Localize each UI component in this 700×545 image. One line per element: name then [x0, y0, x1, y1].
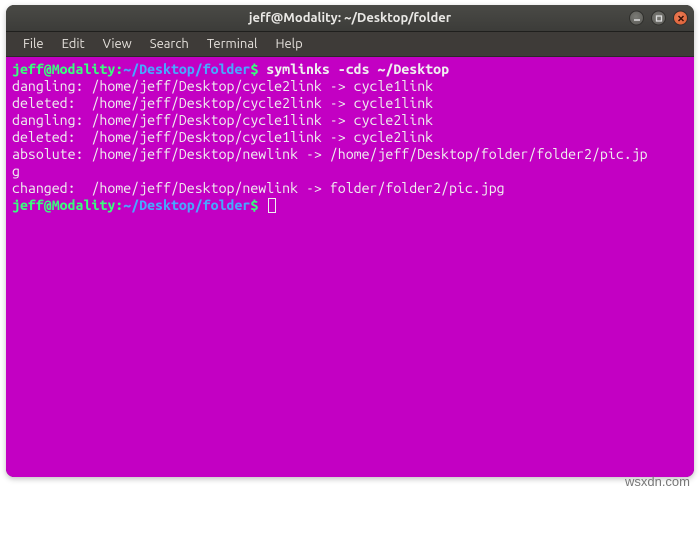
menu-search[interactable]: Search — [141, 34, 198, 54]
maximize-button[interactable] — [651, 11, 666, 26]
minimize-button[interactable] — [629, 11, 644, 26]
output-line: g — [12, 163, 20, 179]
menubar: File Edit View Search Terminal Help — [6, 32, 694, 57]
output-line: dangling: /home/jeff/Desktop/cycle2link … — [12, 78, 433, 94]
prompt-symbol: $ — [250, 197, 258, 213]
output-line: absolute: /home/jeff/Desktop/newlink -> … — [12, 146, 648, 162]
prompt-path: ~/Desktop/folder — [123, 197, 250, 213]
output-line: dangling: /home/jeff/Desktop/cycle1link … — [12, 112, 433, 128]
output-line: deleted: /home/jeff/Desktop/cycle2link -… — [12, 95, 433, 111]
prompt-user: jeff@Modality — [12, 197, 115, 213]
terminal-area[interactable]: jeff@Modality:~/Desktop/folder$ symlinks… — [6, 57, 694, 477]
close-icon — [677, 14, 685, 22]
menu-help[interactable]: Help — [266, 34, 311, 54]
menu-edit[interactable]: Edit — [53, 34, 94, 54]
menu-terminal[interactable]: Terminal — [198, 34, 267, 54]
watermark: wsxdn.com — [625, 474, 690, 489]
window-controls — [629, 11, 688, 26]
terminal-window: jeff@Modality: ~/Desktop/folder File Edi… — [6, 5, 694, 477]
close-button[interactable] — [673, 11, 688, 26]
minimize-icon — [633, 14, 641, 22]
menu-view[interactable]: View — [94, 34, 141, 54]
cursor — [268, 198, 276, 213]
output-line: changed: /home/jeff/Desktop/newlink -> f… — [12, 180, 505, 196]
menu-file[interactable]: File — [14, 34, 53, 54]
prompt-symbol: $ — [250, 61, 258, 77]
window-title: jeff@Modality: ~/Desktop/folder — [249, 11, 451, 25]
maximize-icon — [655, 14, 663, 22]
prompt-path: ~/Desktop/folder — [123, 61, 250, 77]
titlebar: jeff@Modality: ~/Desktop/folder — [6, 5, 694, 32]
prompt-user: jeff@Modality — [12, 61, 115, 77]
output-line: deleted: /home/jeff/Desktop/cycle1link -… — [12, 129, 433, 145]
command-text: symlinks -cds ~/Desktop — [266, 61, 449, 77]
